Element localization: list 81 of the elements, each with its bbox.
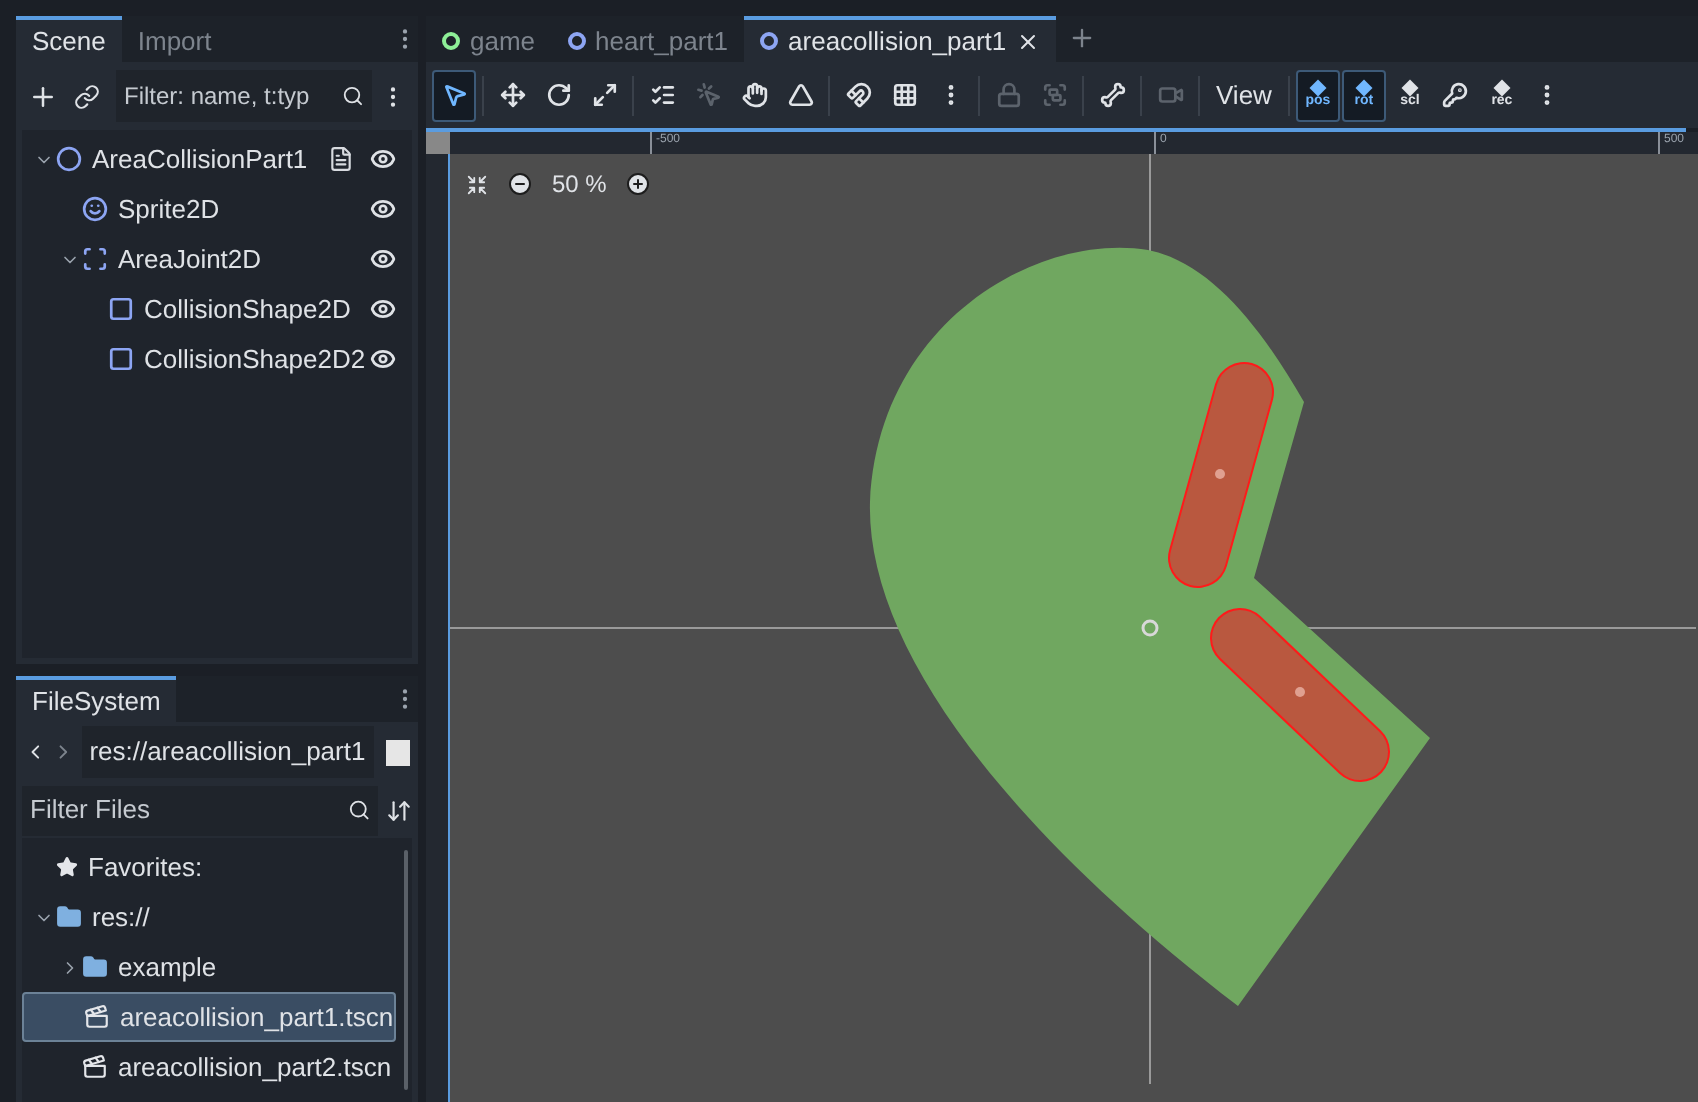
bone-icon — [1099, 82, 1125, 108]
view-menu-button[interactable]: View — [1206, 69, 1282, 121]
canvas-viewport[interactable]: 50 % — [450, 154, 1698, 1102]
file-name: areacollision_part1.tscn — [120, 999, 394, 1036]
grid-icon — [891, 82, 917, 108]
file-name: example — [118, 949, 217, 986]
ruler-triangle-icon — [787, 82, 813, 108]
sprite-node-icon — [82, 196, 108, 222]
visibility-eye-icon[interactable] — [370, 146, 396, 172]
filter-bar[interactable]: Filter Files — [22, 785, 378, 835]
select-tool-icon — [441, 82, 467, 108]
file-tab[interactable]: heart_part1 — [551, 16, 745, 62]
search-icon — [347, 798, 370, 822]
folder-icon — [56, 904, 82, 930]
add-icon[interactable] — [28, 81, 58, 111]
folder-icon — [82, 954, 108, 980]
tree-item[interactable]: CollisionShape2D — [22, 284, 412, 334]
node-name: CollisionShape2D — [144, 291, 351, 328]
visibility-eye-icon[interactable] — [370, 246, 396, 272]
node-name: CollisionShape2D2 — [144, 341, 366, 378]
file-item[interactable]: example — [22, 942, 396, 992]
tree-item[interactable]: CollisionShape2D2 — [22, 334, 412, 384]
script-icon[interactable] — [328, 146, 354, 172]
zoom-level[interactable]: 50 % — [552, 166, 607, 202]
filter-bar[interactable]: Filter: name, t:typ — [116, 70, 372, 122]
key-icon — [1442, 82, 1469, 108]
hand-icon — [741, 82, 767, 108]
file-tab[interactable]: areacollision_part1 — [744, 16, 1057, 62]
file-name: Favorites: — [88, 849, 203, 886]
lock-icon — [995, 82, 1021, 108]
file-item[interactable]: areacollision_part1.tscn — [22, 992, 396, 1042]
shape-center-handle[interactable] — [1295, 687, 1305, 697]
node-name: AreaCollisionPart1 — [92, 141, 308, 178]
zoom-center-icon[interactable] — [466, 173, 488, 195]
file-item[interactable]: Favorites: — [22, 842, 396, 892]
group-icon — [1041, 82, 1067, 108]
origin-handle[interactable] — [1141, 619, 1159, 637]
path-field[interactable]: res://areacollision_part1 — [81, 726, 374, 778]
sort-icon[interactable] — [386, 797, 412, 823]
link-icon[interactable] — [74, 83, 100, 109]
scrollbar[interactable] — [403, 850, 408, 1090]
shape-node-icon — [108, 346, 134, 372]
node-name: AreaJoint2D — [118, 241, 262, 278]
file-name: res:// — [92, 899, 150, 936]
star-icon — [56, 856, 78, 878]
move-icon — [499, 82, 525, 108]
new-tab-icon[interactable] — [1068, 24, 1097, 52]
clapperboard-icon — [82, 1054, 108, 1080]
zoom-out-icon[interactable] — [508, 172, 532, 196]
shape-center-handle[interactable] — [1215, 469, 1225, 479]
ruler-corner — [426, 132, 450, 154]
camera-icon — [1157, 82, 1183, 108]
visibility-eye-icon[interactable] — [370, 196, 396, 222]
zoom-in-icon[interactable] — [626, 172, 651, 196]
dock-tab[interactable]: Scene — [16, 16, 122, 62]
file-tab[interactable]: game — [426, 16, 552, 62]
visibility-eye-icon[interactable] — [370, 296, 396, 322]
magnet-icon — [845, 82, 871, 108]
tree-item[interactable]: AreaCollisionPart1 — [22, 134, 412, 184]
search-icon — [342, 84, 364, 108]
dock-tab[interactable]: FileSystem — [16, 676, 177, 722]
layout-toggle-icon[interactable] — [385, 739, 410, 765]
filter-field[interactable]: Filter: name, t:typ — [124, 78, 343, 114]
select-tool-button[interactable] — [432, 69, 476, 121]
rotate-icon — [545, 82, 571, 108]
node-name: Sprite2D — [118, 191, 220, 228]
area-node-icon — [56, 146, 82, 172]
filter-field[interactable]: Filter Files — [30, 790, 348, 830]
close-icon[interactable] — [1016, 29, 1041, 53]
pointer-icon — [695, 82, 721, 108]
shape-node-icon — [108, 296, 134, 322]
file-item[interactable]: res:// — [22, 892, 396, 942]
visibility-eye-icon[interactable] — [370, 346, 396, 372]
clapperboard-icon — [84, 1004, 110, 1030]
scale-icon — [591, 82, 617, 108]
joint-node-icon — [82, 246, 108, 272]
list-icon — [649, 82, 675, 108]
file-item[interactable]: areacollision_part2.tscn — [22, 1042, 396, 1092]
file-name: areacollision_part2.tscn — [118, 1049, 392, 1086]
tree-item[interactable]: AreaJoint2D — [22, 234, 412, 284]
tree-item[interactable]: Sprite2D — [22, 184, 412, 234]
